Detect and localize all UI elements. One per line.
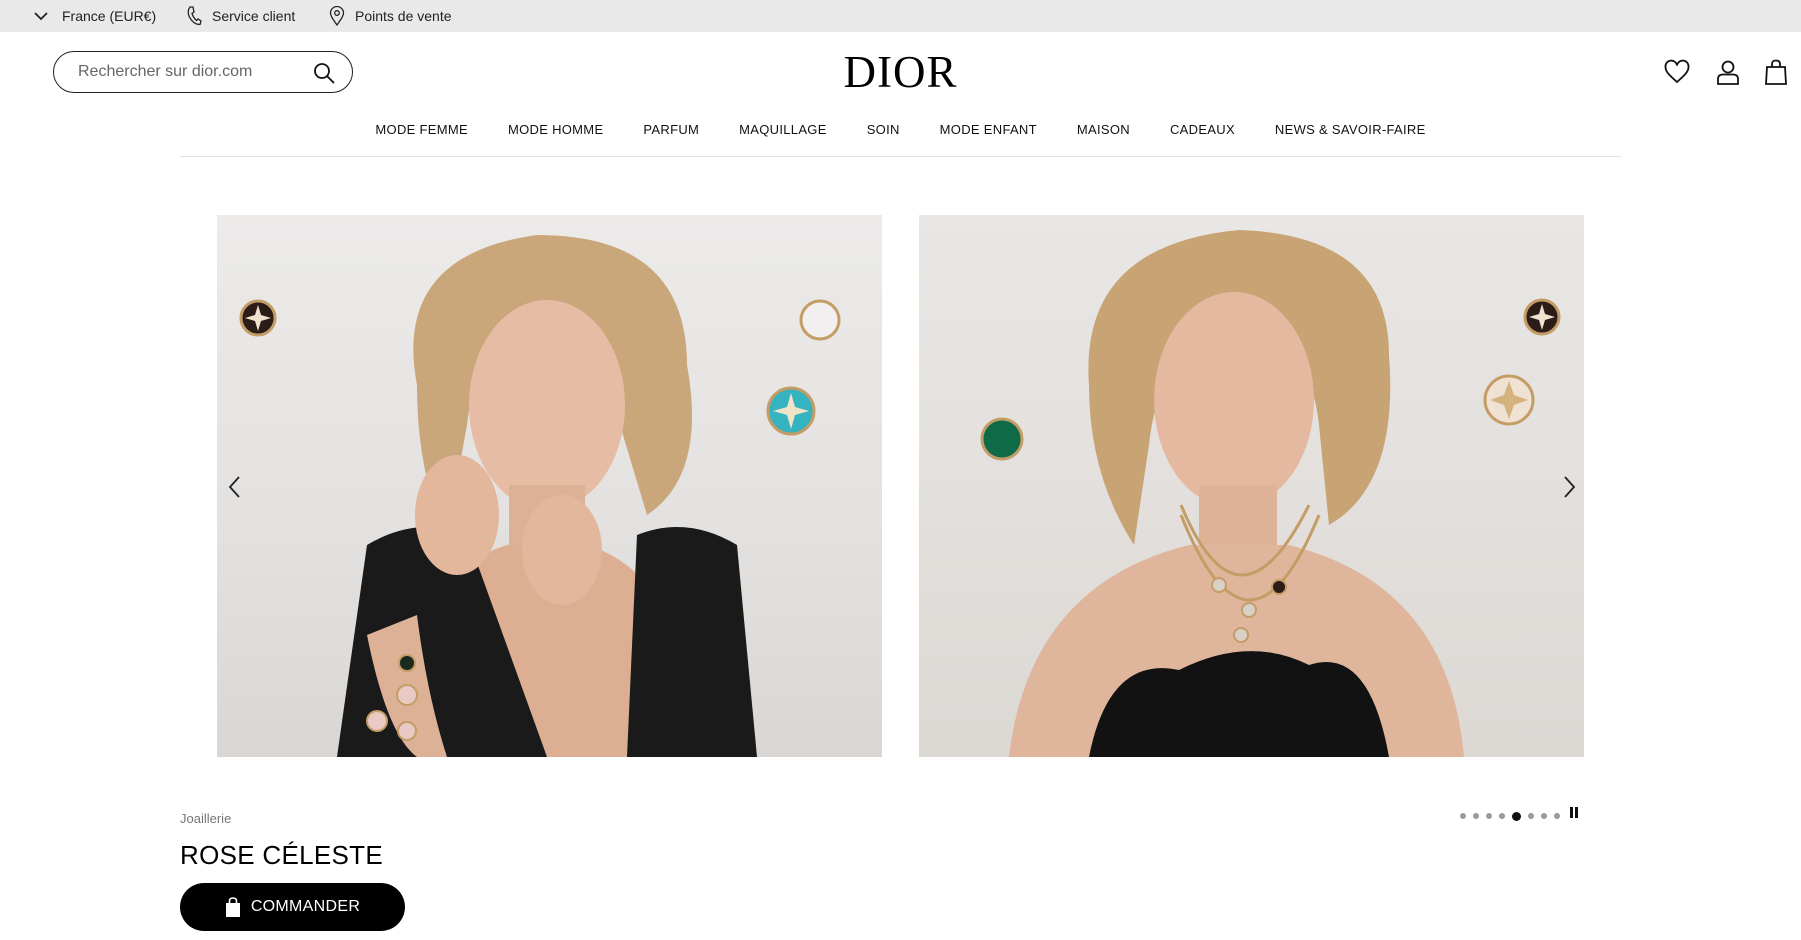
stores-link[interactable]: Points de vente — [329, 0, 452, 32]
location-pin-icon — [329, 6, 345, 26]
user-icon[interactable] — [1714, 58, 1742, 86]
chevron-left-icon[interactable] — [223, 473, 247, 501]
country-selector[interactable]: France (EUR€) — [34, 0, 156, 32]
nav-maquillage[interactable]: MAQUILLAGE — [739, 120, 827, 150]
chevron-down-icon — [34, 12, 48, 21]
nav-news-savoir-faire[interactable]: NEWS & SAVOIR-FAIRE — [1275, 120, 1426, 150]
nav-mode-enfant[interactable]: MODE ENFANT — [940, 120, 1037, 150]
carousel-slide-image[interactable] — [217, 215, 882, 757]
shopping-bag-icon — [225, 897, 240, 917]
search-input[interactable] — [78, 63, 298, 81]
stores-label: Points de vente — [355, 8, 452, 24]
service-label: Service client — [212, 8, 296, 24]
chevron-right-icon[interactable] — [1557, 473, 1581, 501]
carousel-dot[interactable] — [1499, 813, 1505, 819]
nav-parfum[interactable]: PARFUM — [643, 120, 699, 150]
nav-maison[interactable]: MAISON — [1077, 120, 1130, 150]
carousel-dot[interactable] — [1528, 813, 1534, 819]
order-button-label: COMMANDER — [250, 898, 361, 915]
nav-divider — [180, 156, 1621, 157]
carousel-dot[interactable] — [1486, 813, 1492, 819]
model-jewelry-photo — [239, 235, 841, 757]
carousel-dot-active[interactable] — [1512, 811, 1521, 821]
nav-mode-homme[interactable]: MODE HOMME — [508, 120, 603, 150]
nav-cadeaux[interactable]: CADEAUX — [1170, 120, 1235, 150]
carousel-dot[interactable] — [1554, 813, 1560, 819]
product-title: ROSE CÉLESTE — [180, 840, 383, 870]
carousel-pagination — [1460, 811, 1567, 821]
main-navigation: MODE FEMME MODE HOMME PARFUM MAQUILLAGE … — [0, 120, 1801, 150]
utility-bar: France (EUR€) Service client Points de v… — [0, 0, 1801, 32]
search-icon[interactable] — [312, 61, 336, 85]
heart-icon[interactable] — [1663, 58, 1691, 86]
pause-icon[interactable] — [1570, 807, 1582, 819]
nav-mode-femme[interactable]: MODE FEMME — [375, 120, 468, 150]
country-label: France (EUR€) — [62, 8, 157, 24]
carousel-dot[interactable] — [1460, 813, 1466, 819]
search-box — [53, 51, 353, 93]
carousel-dot[interactable] — [1473, 813, 1479, 819]
carousel-slide-image[interactable] — [919, 215, 1584, 757]
dior-logo[interactable]: DIOR — [844, 47, 958, 97]
nav-soin[interactable]: SOIN — [867, 120, 900, 150]
product-category: Joaillerie — [180, 811, 232, 826]
model-necklace-photo — [980, 230, 1561, 757]
carousel-dot[interactable] — [1541, 813, 1547, 819]
customer-service-link[interactable]: Service client — [186, 0, 295, 32]
shopping-bag-icon[interactable] — [1762, 58, 1790, 86]
order-button[interactable]: COMMANDER — [180, 883, 405, 931]
hero-carousel — [217, 215, 1584, 757]
phone-icon — [187, 6, 202, 26]
